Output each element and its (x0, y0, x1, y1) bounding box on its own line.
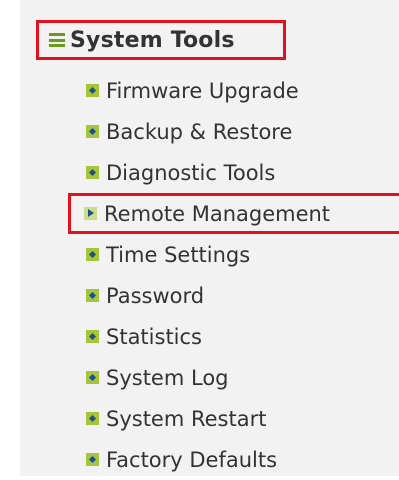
menu-item-time-settings[interactable]: Time Settings (0, 234, 399, 275)
diamond-bullet-icon (86, 453, 99, 466)
diamond-bullet-icon (86, 248, 99, 261)
menu-item-label: Diagnostic Tools (106, 160, 276, 185)
menu-item-label: Factory Defaults (106, 447, 278, 472)
menu-item-password[interactable]: Password (0, 275, 399, 316)
menu-lines-icon (49, 33, 65, 47)
menu-item-factory-defaults[interactable]: Factory Defaults (0, 439, 399, 480)
menu-item-label: Backup & Restore (106, 119, 293, 144)
diamond-bullet-icon (86, 371, 99, 384)
diamond-bullet-icon (86, 412, 99, 425)
menu-item-remote-management[interactable]: Remote Management (68, 193, 399, 234)
menu-item-label: Password (106, 283, 205, 308)
diamond-bullet-icon (86, 330, 99, 343)
menu-item-label: Remote Management (104, 201, 331, 226)
diamond-bullet-icon (86, 84, 99, 97)
play-bullet-icon (84, 207, 97, 220)
diamond-bullet-icon (86, 166, 99, 179)
diamond-bullet-icon (86, 125, 99, 138)
menu-item-label: Statistics (106, 324, 202, 349)
diamond-bullet-icon (86, 289, 99, 302)
menu-item-label: Time Settings (106, 242, 251, 267)
section-title: System Tools (70, 27, 235, 53)
menu-item-system-restart[interactable]: System Restart (0, 398, 399, 439)
system-tools-menu: Firmware Upgrade Backup & Restore Diagno… (0, 70, 399, 480)
menu-item-system-log[interactable]: System Log (0, 357, 399, 398)
menu-item-diagnostic-tools[interactable]: Diagnostic Tools (0, 152, 399, 193)
menu-item-label: System Restart (106, 406, 267, 431)
menu-item-label: Firmware Upgrade (106, 78, 299, 103)
section-header-system-tools[interactable]: System Tools (36, 20, 286, 60)
menu-item-label: System Log (106, 365, 229, 390)
menu-item-firmware-upgrade[interactable]: Firmware Upgrade (0, 70, 399, 111)
menu-item-backup-restore[interactable]: Backup & Restore (0, 111, 399, 152)
menu-item-statistics[interactable]: Statistics (0, 316, 399, 357)
